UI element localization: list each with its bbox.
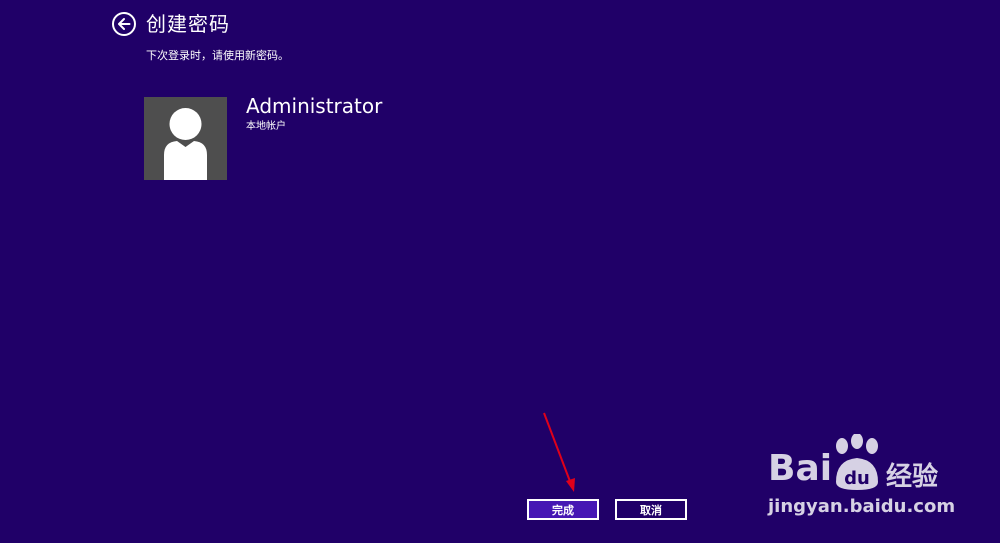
- finish-button[interactable]: 完成: [527, 499, 599, 520]
- back-button[interactable]: [112, 12, 136, 36]
- user-silhouette-icon: [164, 108, 207, 180]
- account-info: Administrator 本地帐户: [246, 92, 382, 180]
- account-card: Administrator 本地帐户: [144, 94, 382, 180]
- watermark-product: 经验: [886, 462, 939, 492]
- cancel-button[interactable]: 取消: [615, 499, 687, 520]
- paw-icon: du: [836, 434, 878, 490]
- arrow-left-icon: [118, 18, 131, 30]
- watermark-url: jingyan.baidu.com: [768, 496, 956, 517]
- baidu-watermark: Bai du 经验 jingyan.baidu.com: [768, 434, 968, 524]
- page-title: 创建密码: [146, 12, 230, 36]
- account-name: Administrator: [246, 94, 383, 118]
- watermark-brand-left: Bai: [768, 448, 833, 489]
- avatar: [144, 97, 227, 180]
- watermark-brand-right: du: [844, 468, 870, 489]
- header: 创建密码: [112, 11, 230, 37]
- account-type: 本地帐户: [246, 121, 286, 132]
- subtitle-text: 下次登录时，请使用新密码。: [146, 49, 289, 62]
